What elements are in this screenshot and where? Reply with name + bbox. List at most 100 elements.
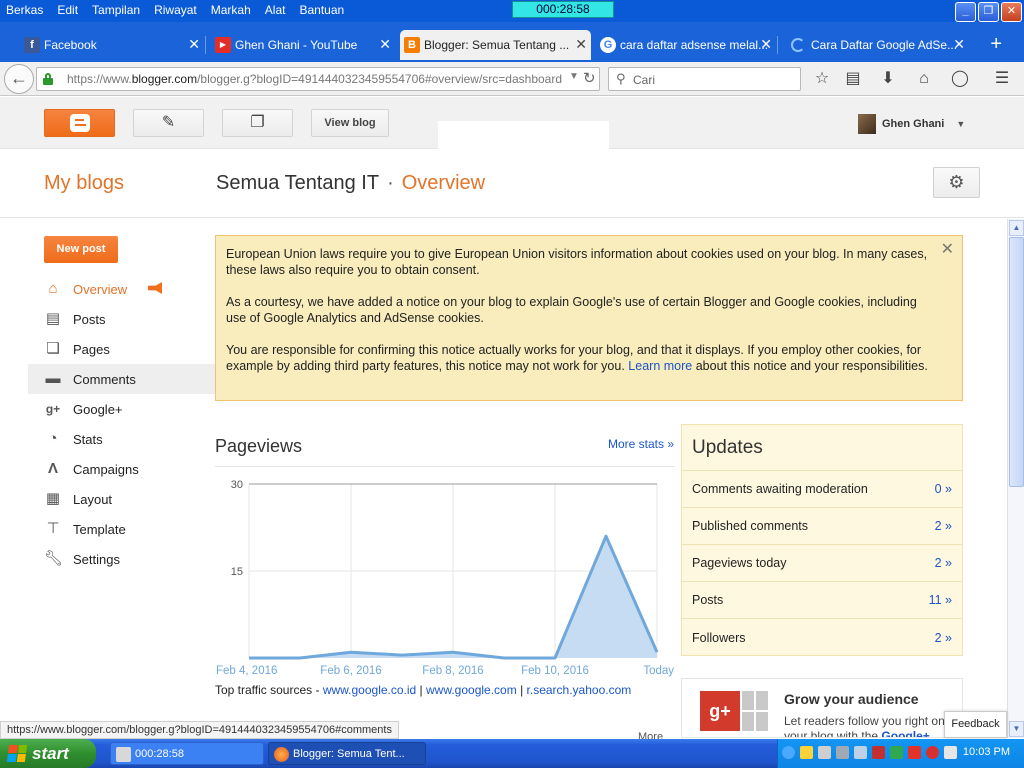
update-value-link[interactable]: 2 » [935,631,952,645]
search-icon: ⚲ [616,71,626,86]
scroll-up-icon[interactable]: ▲ [1009,220,1024,236]
home-icon[interactable]: ⌂ [914,69,934,89]
menu-file[interactable]: Berkas [0,0,50,22]
page-scrollbar[interactable]: ▲ ▼ [1007,219,1024,738]
network-icon[interactable] [854,746,867,759]
reading-list-icon[interactable]: ▤ [843,69,863,89]
security-shield-icon[interactable] [800,746,813,759]
back-button[interactable]: ← [4,64,34,94]
taskbar-item-label: Blogger: Semua Tent... [293,748,405,760]
sidebar-item-label: Template [73,521,126,537]
download-icon[interactable]: ⬇ [878,69,898,89]
close-tab-icon[interactable]: ✕ [953,36,965,53]
chat-icon[interactable]: ◯ [950,69,970,89]
close-tab-icon[interactable]: ✕ [575,36,587,53]
new-post-button[interactable]: New post [44,236,118,263]
tray-arrow-icon[interactable] [782,746,795,759]
menu-help[interactable]: Bantuan [292,0,351,22]
system-clock: 10:03 PM [962,746,1010,758]
sidebar-item-settings[interactable]: 🔧︎ Settings [28,544,218,574]
sidebar-item-google-plus[interactable]: g+ Google+ [28,394,218,424]
sidebar-item-overview[interactable]: ⌂ Overview [28,274,218,304]
sidebar-item-posts[interactable]: ▤ Posts [28,304,218,334]
restore-button[interactable]: ❐ [978,2,999,22]
blog-name: Semua Tentang IT [216,172,380,194]
menu-history[interactable]: Riwayat [147,0,204,22]
url-text: https://www.blogger.com/blogger.g?blogID… [67,72,563,86]
sidebar-item-template[interactable]: ⊤ Template [28,514,218,544]
tab-youtube[interactable]: ▶ Ghen Ghani - YouTube ✕ [211,30,395,60]
reload-icon[interactable]: ↻ [583,69,596,87]
menu-view[interactable]: Tampilan [85,0,147,22]
new-tab-button[interactable]: + [990,34,1002,54]
google-plus-link[interactable]: Google+ [881,729,929,737]
tab-adsense[interactable]: Cara Daftar Google AdSe... ✕ [787,30,969,60]
sidebar-item-stats[interactable]: ◔ Stats [28,424,218,454]
tray-app-icon[interactable] [818,746,831,759]
tray-app-icon[interactable] [944,746,957,759]
more-stats-link[interactable]: More stats » [608,437,674,451]
update-row-published-comments[interactable]: Published comments 2 » [682,508,962,545]
menu-tools[interactable]: Alat [258,0,293,22]
url-bar[interactable]: https://www.blogger.com/blogger.g?blogID… [36,67,600,91]
posts-icon: ▤ [45,310,61,327]
taskbar-item-label: 000:28:58 [135,748,184,760]
learn-more-link[interactable]: Learn more [628,359,692,373]
tray-app-icon[interactable] [836,746,849,759]
tab-facebook[interactable]: f Facebook ✕ [20,30,206,60]
scrollbar-thumb[interactable] [1009,237,1024,487]
update-value-link[interactable]: 0 » [935,482,952,496]
close-tab-icon[interactable]: ✕ [760,36,772,53]
sidebar-item-layout[interactable]: ▦ Layout [28,484,218,514]
updates-panel: Updates Comments awaiting moderation 0 »… [681,424,963,656]
bookmark-star-icon[interactable]: ☆ [812,69,832,89]
menu-bookmarks[interactable]: Markah [204,0,258,22]
tray-app-icon[interactable] [872,746,885,759]
close-tab-icon[interactable]: ✕ [379,36,391,53]
antivirus-icon[interactable] [926,746,939,759]
update-row-followers[interactable]: Followers 2 » [682,619,962,656]
taskbar-item-recorder[interactable]: 000:28:58 [110,742,264,765]
menu-edit[interactable]: Edit [50,0,85,22]
traffic-source-link[interactable]: r.search.yahoo.com [527,683,632,697]
feedback-button[interactable]: Feedback [944,711,1007,738]
tab-label: cara daftar adsense melal... [620,38,769,52]
close-window-button[interactable]: ✕ [1001,2,1022,22]
recording-timer: 000:28:58 [512,1,614,18]
traffic-source-link[interactable]: www.google.co.id [323,683,416,697]
update-row-pageviews-today[interactable]: Pageviews today 2 » [682,545,962,582]
tab-blogger[interactable]: B Blogger: Semua Tentang ... ✕ [400,30,591,60]
tray-app-icon[interactable] [890,746,903,759]
blogger-home-button[interactable] [44,109,115,137]
view-blog-button[interactable]: View blog [311,109,389,137]
view-posts-button[interactable]: ❐ [222,109,293,137]
update-value-link[interactable]: 11 » [929,593,952,607]
y-tick-label: 15 [231,566,243,578]
update-value-link[interactable]: 2 » [935,519,952,533]
traffic-source-link[interactable]: www.google.com [426,683,517,697]
sidebar-item-pages[interactable]: ❏ Pages [28,334,218,364]
tab-google-search[interactable]: G cara daftar adsense melal... ✕ [596,30,778,60]
my-blogs-link[interactable]: My blogs [44,172,124,195]
update-row-posts[interactable]: Posts 11 » [682,582,962,619]
start-button[interactable]: start [0,739,96,768]
sidebar-nav: ⌂ Overview ▤ Posts ❏ Pages ▬ Comments g+… [28,274,218,574]
close-tab-icon[interactable]: ✕ [188,36,200,53]
tab-label: Blogger: Semua Tentang ... [424,38,570,52]
sidebar-item-comments[interactable]: ▬ Comments [28,364,218,394]
close-icon[interactable]: ✕ [941,242,954,258]
scroll-down-icon[interactable]: ▼ [1009,721,1024,737]
url-dropdown-icon[interactable]: ▼ [569,71,579,82]
compose-post-button[interactable]: ✎ [133,109,204,137]
settings-gear-button[interactable]: ⚙ [933,167,980,198]
hamburger-menu-icon[interactable]: ☰ [992,69,1012,89]
search-input[interactable]: ⚲ Cari [608,67,801,91]
update-value-link[interactable]: 2 » [935,556,952,570]
update-row-comments-moderation[interactable]: Comments awaiting moderation 0 » [682,471,962,508]
notice-paragraph: As a courtesy, we have added a notice on… [226,295,917,325]
taskbar-item-firefox[interactable]: Blogger: Semua Tent... [268,742,426,765]
amd-icon[interactable] [908,746,921,759]
account-menu[interactable]: Ghen Ghani ▼ [858,114,965,134]
minimize-button[interactable]: _ [955,2,976,22]
sidebar-item-campaigns[interactable]: Λ Campaigns [28,454,218,484]
